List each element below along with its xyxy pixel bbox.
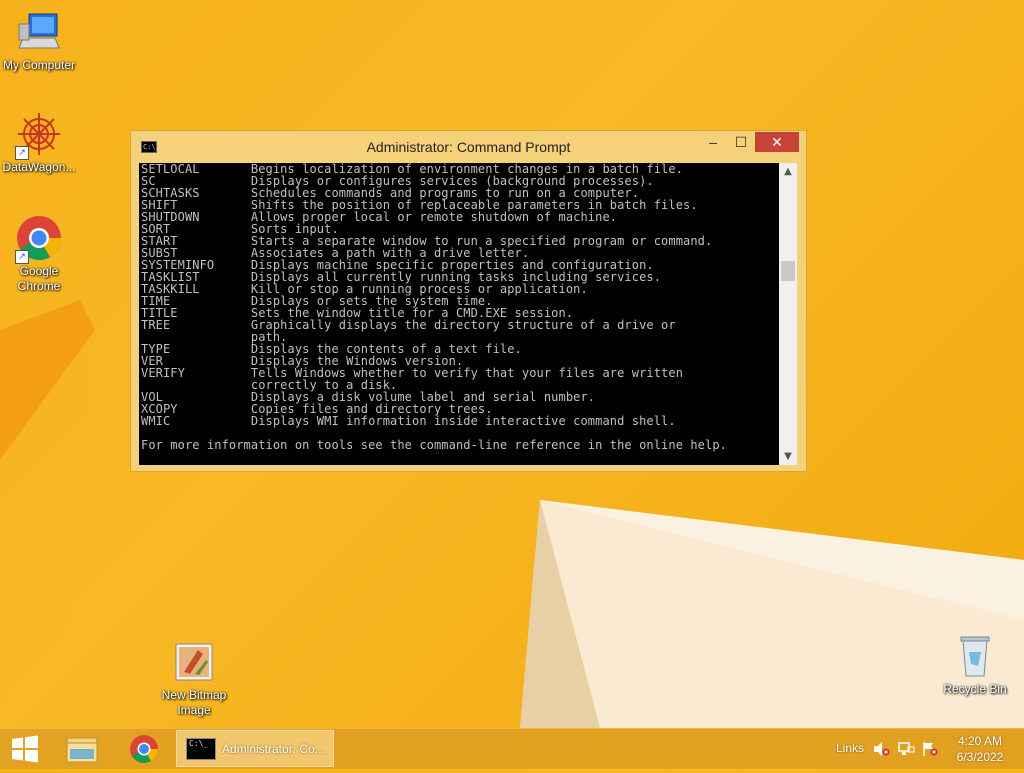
- cmd-app-icon: C:\_: [186, 738, 216, 760]
- windows-logo-icon: [12, 735, 38, 763]
- desktop-icon-label: New Bitmap Image: [161, 688, 227, 717]
- desktop-icon-label: My Computer: [2, 58, 76, 72]
- desktop-icon-google-chrome[interactable]: ↗ Google Chrome: [0, 214, 81, 294]
- desktop-icon-label: Recycle Bin: [943, 682, 1007, 696]
- chrome-taskbar-button[interactable]: [120, 729, 168, 769]
- clock-date: 6/3/2022: [956, 750, 1004, 764]
- desktop-icon-recycle-bin[interactable]: Recycle Bin: [933, 632, 1017, 697]
- console-text: SETLOCAL Begins localization of environm…: [141, 163, 727, 452]
- recycle-bin-icon: [951, 632, 999, 680]
- command-prompt-window[interactable]: C:\ Administrator: Command Prompt – ☐ ✕ …: [130, 130, 807, 472]
- network-icon[interactable]: [897, 741, 915, 757]
- chrome-icon: ↗: [15, 214, 63, 264]
- console-output[interactable]: SETLOCAL Begins localization of environm…: [139, 163, 779, 465]
- system-clock[interactable]: 4:20 AM 6/3/2022: [950, 733, 1010, 765]
- close-button[interactable]: ✕: [755, 132, 799, 152]
- action-center-flag-icon[interactable]: [921, 741, 939, 757]
- chrome-icon: [130, 735, 158, 763]
- desktop-icon-datawagon[interactable]: ↗ DataWagon...: [0, 110, 81, 175]
- taskbar: C:\_ Administrator: Co... Links 4:20 AM …: [0, 728, 1024, 769]
- bitmap-image-icon: [170, 638, 218, 686]
- desktop-icon-new-bitmap-image[interactable]: New Bitmap Image: [152, 638, 236, 718]
- datawagon-icon: ↗: [15, 110, 63, 160]
- desktop-icon-my-computer[interactable]: My Computer: [0, 8, 81, 73]
- taskbar-button-label: Administrator: Co...: [222, 742, 325, 756]
- clock-time: 4:20 AM: [957, 734, 1003, 748]
- computer-icon: [15, 8, 63, 56]
- scroll-thumb[interactable]: [781, 261, 795, 281]
- shortcut-arrow-icon: ↗: [15, 146, 29, 160]
- window-titlebar[interactable]: C:\ Administrator: Command Prompt – ☐ ✕: [131, 131, 806, 163]
- desktop-icon-label: DataWagon...: [2, 160, 76, 174]
- minimize-button[interactable]: –: [699, 132, 727, 152]
- shortcut-arrow-icon: ↗: [15, 250, 29, 264]
- desktop-icon-label: Google Chrome: [17, 264, 61, 293]
- scroll-down-arrow-icon[interactable]: ▼: [779, 448, 797, 465]
- links-toolbar[interactable]: Links: [836, 741, 864, 755]
- command-prompt-taskbar-button[interactable]: C:\_ Administrator: Co...: [176, 730, 334, 767]
- start-button[interactable]: [0, 729, 50, 769]
- folder-icon: [66, 737, 98, 763]
- scroll-up-arrow-icon[interactable]: ▲: [779, 163, 797, 180]
- file-explorer-button[interactable]: [58, 729, 106, 769]
- volume-muted-icon[interactable]: [872, 741, 890, 757]
- maximize-button[interactable]: ☐: [727, 132, 755, 152]
- vertical-scrollbar[interactable]: ▲ ▼: [779, 163, 797, 465]
